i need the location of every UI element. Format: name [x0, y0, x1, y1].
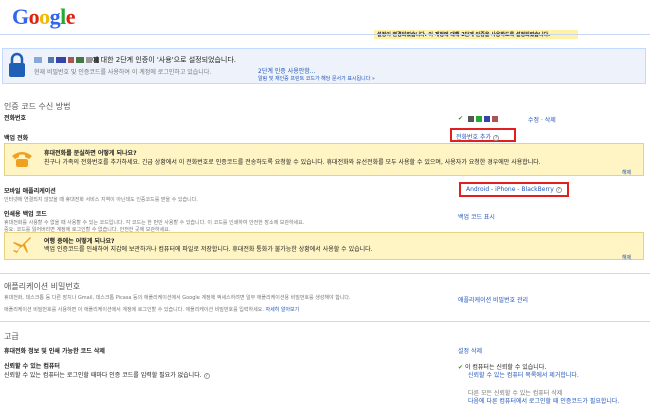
trusted-computers-label: 신뢰할 수 있는 컴퓨터 — [4, 363, 60, 370]
section-heading-advanced: 고급 — [4, 332, 19, 341]
disable-2sv-link[interactable]: 2단계 인증 사용안함... — [258, 66, 316, 75]
airplane-icon — [13, 237, 31, 253]
phone-icon — [12, 152, 32, 167]
dismiss-link[interactable]: 해제 — [622, 169, 631, 176]
backup-phone-label: 백업 전화 — [4, 135, 29, 142]
phone-label: 전화번호 — [4, 115, 27, 122]
backup-help-body: 친구나 가족의 전화번호를 추가하세요. 긴급 상황에서 이 전화번호로 인증코… — [44, 159, 541, 166]
help-icon[interactable]: ? — [203, 373, 210, 379]
app-passwords-desc: 휴대전화, 데스크톱 등 다른 장치나 Gmail, 데스크톱 Picasa 등… — [4, 295, 351, 301]
delete-settings-link[interactable]: 설정 삭제 — [458, 346, 482, 355]
help-icon[interactable]: ? — [493, 135, 500, 141]
printable-codes-desc: 휴대전화를 사용할 수 없을 때 사용할 수 있는 코드입니다. 각 코드는 한… — [4, 220, 305, 226]
travel-help-body: 백업 인증코드를 인쇄하여 지갑에 보관하거나 컴퓨터에 파일로 저장합니다. … — [44, 246, 373, 253]
dismiss-link[interactable]: 해제 — [622, 254, 631, 261]
check-icon: ✔ — [458, 364, 464, 371]
banner-subtitle: 현재 비밀번호 및 인증코드를 사용하여 이 계정에 로그인하고 있습니다. — [34, 69, 212, 76]
mobile-app-link[interactable]: Android - iPhone - BlackBerry? — [466, 186, 562, 193]
learn-more-link[interactable]: 자세히 알아보기 — [265, 307, 299, 313]
phone-edit-delete[interactable]: 수정 · 삭제 — [528, 115, 556, 124]
remove-trusted-link[interactable]: 신뢰할 수 있는 컴퓨터 목록에서 제거합니다. — [468, 370, 579, 379]
section-divider — [0, 321, 650, 322]
banner-email-redacted — [34, 56, 99, 63]
mobile-app-label: 모바일 애플리케이션 — [4, 188, 56, 195]
printable-codes-label: 인쇄용 백업 코드 — [4, 211, 47, 218]
phone-number-redacted: ✔ — [458, 115, 498, 122]
banner-sub-link[interactable]: 알림 및 재인증 프린트 코드가 해당 문서가 표시됩니다 » — [258, 75, 375, 82]
remove-info-label: 휴대전화 정보 및 인쇄 가능한 코드 삭제 — [4, 348, 105, 355]
check-icon: ✔ — [458, 115, 464, 122]
section-divider — [0, 273, 650, 274]
section-heading-receive: 인증 코드 수신 방법 — [4, 102, 71, 111]
header-divider — [0, 34, 650, 35]
google-logo: Google — [12, 4, 76, 29]
trusted-computers-desc: 신뢰할 수 있는 컴퓨터는 로그인할 때마다 인증 코드를 입력할 필요가 없습… — [4, 372, 210, 379]
backup-help-title: 휴대전화를 분실하면 어떻게 되나요? — [44, 150, 137, 157]
section-heading-app-passwords: 애플리케이션 비밀번호 — [4, 282, 81, 291]
lock-icon — [9, 52, 25, 77]
remove-other-trusted-link[interactable]: 다음에 다른 컴퓨터에서 로그인할 때 인증코드가 필요합니다. — [468, 396, 619, 405]
banner-title: 에 대한 2단계 인증이 '사용'으로 설정되었습니다. — [92, 56, 237, 64]
mobile-app-desc: 인터넷에 연결되지 않았을 때 휴대전화 서비스 지역이 아닌데도 인증코드를 … — [4, 197, 198, 203]
help-icon[interactable]: ? — [555, 187, 562, 193]
manage-app-passwords-link[interactable]: 애플리케이션 비밀번호 관리 — [458, 295, 528, 304]
app-passwords-desc-2: 애플리케이션 비밀번호를 사용하면 이 애플리케이션에서 계정에 로그인할 수 … — [4, 307, 300, 313]
show-backup-codes-link[interactable]: 백업 코드 표시 — [458, 212, 495, 221]
add-phone-link[interactable]: 전화번호 추가? — [456, 132, 500, 141]
